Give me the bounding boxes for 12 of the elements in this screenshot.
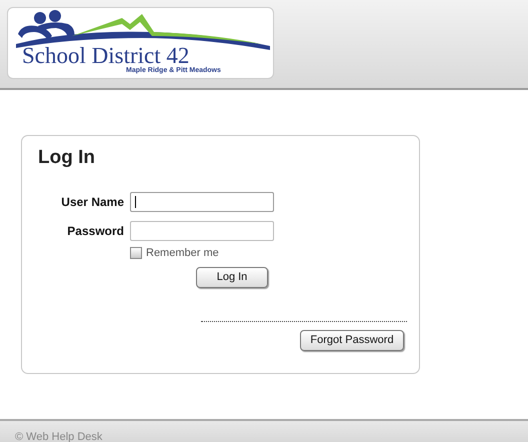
footer-text: © Web Help Desk [15, 431, 102, 442]
remember-checkbox[interactable] [130, 247, 142, 259]
login-button[interactable]: Log In [196, 267, 268, 288]
text-caret [135, 196, 136, 208]
input-field[interactable] [130, 221, 274, 241]
logo-title: School District 42 [22, 44, 190, 67]
input-field[interactable] [130, 192, 274, 212]
field-label: User Name [60, 194, 124, 211]
panel-heading: Log In [38, 148, 96, 168]
field-label: Password [66, 223, 124, 240]
remember-label: Remember me [146, 246, 219, 261]
forgot-password-button[interactable]: Forgot Password [300, 330, 404, 351]
